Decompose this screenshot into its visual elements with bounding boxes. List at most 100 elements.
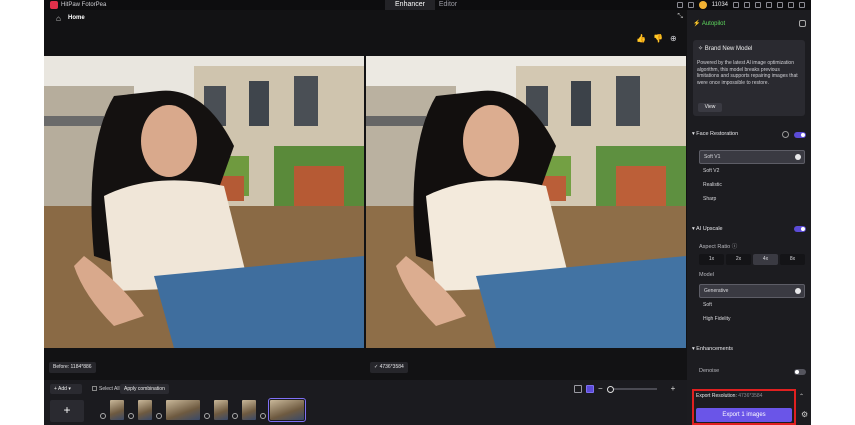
select-circle-icon[interactable] [100,413,106,419]
thumbs-down-icon[interactable]: 👎 [653,34,663,43]
home-link[interactable]: Home [68,15,85,21]
view-controls: − + [574,384,675,393]
breadcrumb: ⌂ Home ⤡ [44,10,687,28]
settings-icon[interactable] [755,2,761,8]
aspect-ratio-label: Aspect Ratio ⓘ [699,242,737,250]
option-soft[interactable]: Soft [699,298,805,312]
add-button-label: Add [58,386,67,392]
info-icon[interactable]: ⓘ [732,244,738,250]
autopilot-label[interactable]: ⚡ Autopilot [693,20,725,27]
model-card-description: Powered by the latest AI image optimizat… [697,60,798,86]
single-view-icon[interactable] [574,384,582,393]
ratio-2x[interactable]: 2x [726,254,751,265]
face-restoration-header[interactable]: ▾ Face Restoration [692,131,738,137]
zoom-in-icon[interactable]: + [671,384,676,393]
account-icon[interactable] [744,2,750,8]
refresh-icon[interactable] [799,20,806,27]
option-sharp[interactable]: Sharp [699,192,805,206]
ratio-1x[interactable]: 1x [699,254,724,265]
ratio-4x[interactable]: 4x [753,254,778,265]
add-button[interactable]: + Add ▾ [50,384,82,394]
split-view-icon[interactable] [586,384,594,393]
gift-icon[interactable] [687,2,694,8]
select-all-label: Select All [99,386,120,392]
option-label: Soft V1 [704,154,721,160]
preview-toolbar: 👍 👎 ⊕ [44,28,687,56]
ratio-8x[interactable]: 8x [780,254,805,265]
maximize-icon[interactable] [788,2,794,8]
ai-upscale-header[interactable]: ▾ AI Upscale [692,226,723,232]
settings-panel: ⚡ Autopilot ✧ Brand New Model Powered by… [687,10,811,425]
list-item[interactable] [156,400,200,420]
export-resolution-value: 4736*3584 [738,393,763,399]
zoom-slider[interactable] [606,385,657,393]
menu-icon[interactable] [766,2,772,8]
app-logo-icon [50,1,58,9]
export-resolution: Export Resolution: 4736*3584 [696,393,762,399]
info-icon[interactable] [782,131,789,138]
before-resolution-badge: Before: 1184*886 [49,362,96,373]
add-coins-icon[interactable] [733,2,739,8]
before-image [44,56,364,348]
option-soft-v2[interactable]: Soft V2 [699,164,805,178]
sparkle-icon: ✧ [698,46,705,52]
coin-balance: 11034 [711,2,728,8]
model-card-title-text: Brand New Model [704,46,753,52]
list-item[interactable] [204,400,228,420]
ai-upscale-toggle[interactable] [794,226,806,232]
model-card-title: ✧ Brand New Model [698,45,752,52]
option-label: Generative [704,288,729,294]
select-circle-icon[interactable] [260,413,266,419]
option-generative[interactable]: Generative [699,284,805,298]
zoom-out-icon[interactable]: − [598,384,603,393]
image-queue-bar: + Add ▾ Select All Apply combination − +… [44,380,687,425]
list-item-selected[interactable] [260,398,306,422]
aspect-ratio-selector: 1x 2x 4x 8x [699,254,805,265]
home-icon[interactable]: ⌂ [56,14,61,23]
thumbs-up-icon[interactable]: 👍 [636,34,646,43]
check-icon [795,288,801,294]
title-bar: HitPaw FotorPea Enhancer Editor 11034 [44,0,811,10]
list-item[interactable] [128,400,152,420]
fullscreen-icon[interactable]: ⤡ [677,13,683,21]
app-window: HitPaw FotorPea Enhancer Editor 11034 ⌂ … [44,0,811,425]
ai-upscale-title: AI Upscale [696,226,723,232]
option-high-fidelity[interactable]: High Fidelity [699,312,805,326]
export-button[interactable]: Export 1 images [696,408,792,422]
enhancements-header[interactable]: ▾ Enhancements [692,346,733,352]
option-realistic[interactable]: Realistic [699,178,805,192]
app-name: HitPaw FotorPea [61,2,107,8]
coin-icon [698,1,707,9]
thumbnail-strip: + [50,398,306,422]
option-soft-v1[interactable]: Soft V1 [699,150,805,164]
denoise-toggle[interactable] [794,369,806,375]
after-resolution-label: 4736*3584 [379,364,404,370]
select-circle-icon[interactable] [128,413,134,419]
lightning-icon: ⚡ [693,21,702,27]
chevron-up-icon[interactable]: ⌃ [799,393,804,400]
title-bar-controls: 11034 [676,0,805,10]
zoom-icon[interactable]: ⊕ [670,34,677,43]
list-item[interactable] [232,400,256,420]
apply-combination-button[interactable]: Apply combination [120,384,169,394]
view-button[interactable]: View [698,103,722,112]
select-circle-icon[interactable] [204,413,210,419]
add-image-tile[interactable]: + [50,400,84,422]
after-image [366,56,686,348]
chevron-down-icon: ▾ [66,386,71,392]
denoise-label: Denoise [699,368,720,374]
select-circle-icon[interactable] [232,413,238,419]
enhancements-title: Enhancements [696,346,733,352]
close-icon[interactable] [799,2,805,8]
new-model-card: ✧ Brand New Model Powered by the latest … [693,40,805,116]
list-item[interactable] [100,400,124,420]
tab-editor[interactable]: Editor [423,0,473,10]
select-circle-icon[interactable] [156,413,162,419]
select-all-checkbox[interactable]: Select All [88,384,124,394]
gear-icon[interactable]: ⚙ [801,410,808,419]
export-section: Export Resolution: 4736*3584 Export 1 im… [692,389,796,425]
face-restoration-toggle[interactable] [794,132,806,138]
chat-icon[interactable] [676,2,683,8]
check-icon [795,154,801,160]
minimize-icon[interactable] [777,2,783,8]
